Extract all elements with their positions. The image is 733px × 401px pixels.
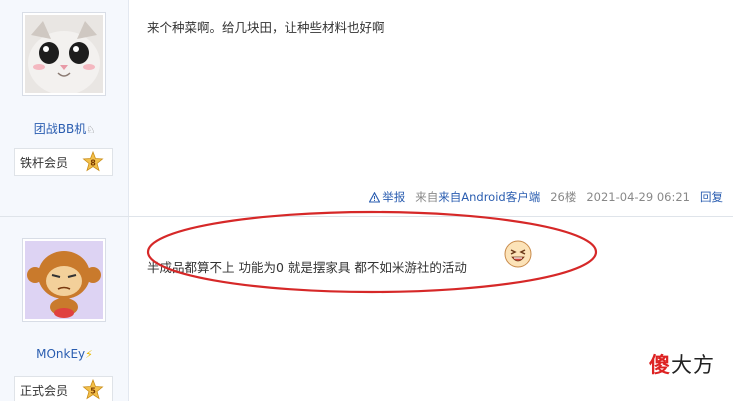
username-text[interactable]: 团战BB机 <box>34 122 86 136</box>
cat-avatar-image <box>25 15 103 93</box>
monkey-avatar-image <box>25 241 103 319</box>
rank-badge: 正式会员 5 <box>14 376 113 401</box>
post-timestamp: 2021-04-29 06:21 <box>586 190 690 204</box>
red-annotation-ellipse <box>146 210 598 294</box>
level-number: 8 <box>90 159 96 168</box>
client-source[interactable]: 来自来自Android客户端 <box>415 189 540 205</box>
rank-label: 正式会员 <box>20 383 69 398</box>
level-star-icon: 8 <box>82 151 104 172</box>
floor-number: 26楼 <box>550 190 577 204</box>
watermark: 傻大方 <box>649 349 715 379</box>
username-link[interactable]: MOnkEy⚡ <box>0 347 129 361</box>
lightning-icon: ⚡ <box>85 348 93 361</box>
username-link[interactable]: 团战BB机♘ <box>0 120 129 137</box>
report-label[interactable]: 举报 <box>382 189 405 205</box>
watermark-first-char: 傻 <box>649 353 671 377</box>
avatar-monkey[interactable] <box>22 238 106 322</box>
report-link[interactable]: 举报 <box>369 189 405 205</box>
reply-link[interactable]: 回复 <box>700 189 723 205</box>
watermark-rest: 大方 <box>671 353 715 377</box>
avatar-cat[interactable] <box>22 12 106 96</box>
level-star-icon: 5 <box>82 379 104 400</box>
medal-icon: ♘ <box>86 125 96 136</box>
client-source-text[interactable]: 来自Android客户端 <box>438 190 540 204</box>
rank-label: 铁杆会员 <box>20 155 69 170</box>
username-text[interactable]: MOnkEy <box>36 347 85 361</box>
post-meta-bar: 举报 来自来自Android客户端 26楼 2021-04-29 06:21 回… <box>369 189 723 205</box>
level-number: 5 <box>90 387 96 396</box>
warning-icon <box>369 191 381 203</box>
post-content: 来个种菜啊。给几块田，让种些材料也好啊 <box>147 20 385 35</box>
rank-badge: 铁杆会员 8 <box>14 148 113 176</box>
